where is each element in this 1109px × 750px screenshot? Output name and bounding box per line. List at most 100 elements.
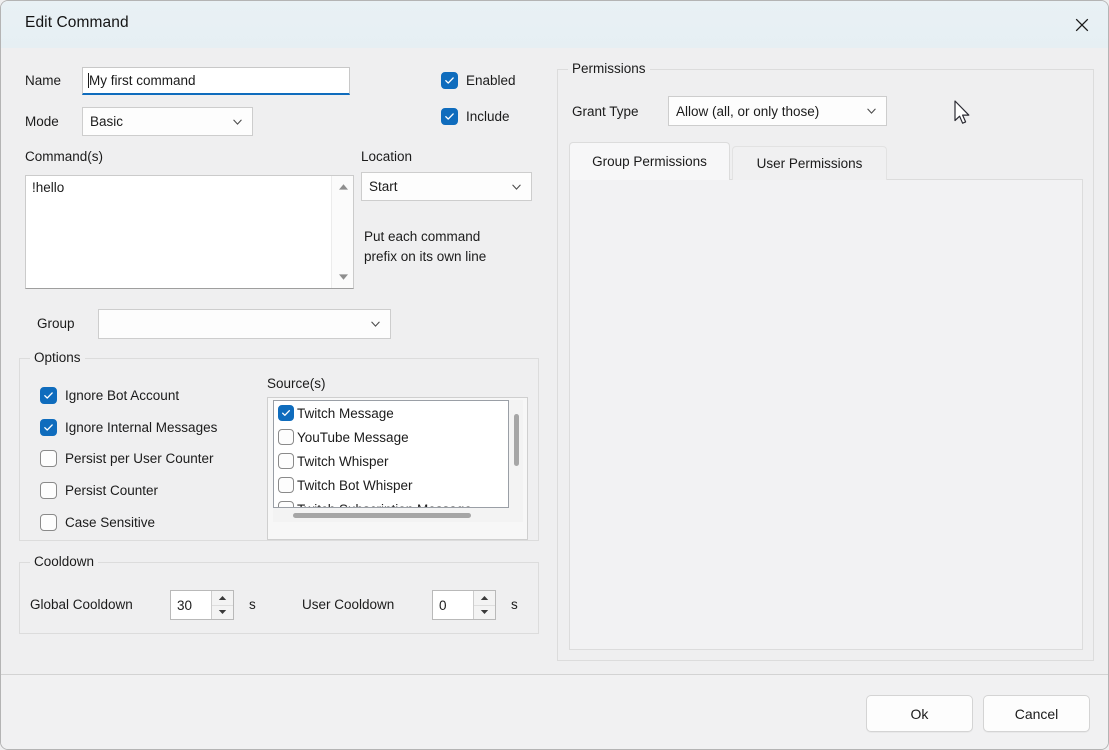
commands-textarea[interactable]: !hello	[25, 175, 354, 289]
scroll-down-button[interactable]	[332, 266, 354, 288]
location-select-value: Start	[369, 179, 398, 194]
checkbox-box	[40, 419, 57, 436]
location-hint-line1: Put each command	[364, 229, 481, 244]
checkbox-box	[278, 405, 294, 421]
location-select[interactable]: Start	[361, 172, 532, 201]
checkbox-box	[40, 387, 57, 404]
tab-label: Group Permissions	[592, 154, 707, 169]
stepper-buttons[interactable]	[211, 591, 233, 619]
chevron-down-icon	[867, 108, 876, 114]
checkbox-box	[40, 450, 57, 467]
chevron-down-icon	[512, 184, 521, 190]
option-persist-counter[interactable]: Persist Counter	[40, 482, 158, 499]
permissions-tab-panel	[569, 179, 1083, 650]
scroll-up-button[interactable]	[332, 176, 354, 198]
stepper-down-button[interactable]	[474, 606, 495, 620]
tab-label: User Permissions	[756, 156, 863, 171]
checkbox-box	[40, 482, 57, 499]
include-label: Include	[466, 109, 510, 124]
option-label: Persist Counter	[65, 483, 159, 498]
options-title: Options	[30, 350, 85, 365]
checkbox-box	[278, 429, 294, 445]
window-title: Edit Command	[25, 14, 129, 31]
source-label: Twitch Bot Whisper	[297, 477, 413, 493]
source-label: Twitch Whisper	[297, 453, 389, 469]
triangle-up-icon	[480, 595, 489, 600]
checkbox-box	[441, 108, 458, 125]
source-item-twitch-whisper[interactable]: Twitch Whisper	[274, 449, 508, 473]
tab-user-permissions[interactable]: User Permissions	[732, 146, 887, 180]
commands-textarea-value: !hello	[32, 180, 65, 195]
source-label: YouTube Message	[297, 429, 409, 445]
checkbox-box	[278, 477, 294, 493]
mode-label: Mode	[25, 114, 59, 129]
ok-button-label: Ok	[910, 705, 929, 722]
commands-label: Command(s)	[25, 149, 104, 164]
sources-vertical-scrollbar[interactable]	[509, 400, 523, 508]
location-hint-line2: prefix on its own line	[364, 249, 487, 264]
cancel-button-label: Cancel	[1014, 705, 1059, 722]
sources-checklist[interactable]: Twitch Message YouTube Message Twitch Wh…	[273, 400, 509, 508]
option-case-sensitive[interactable]: Case Sensitive	[40, 514, 155, 531]
triangle-down-icon	[480, 610, 489, 615]
check-icon	[44, 392, 53, 399]
grant-type-select[interactable]: Allow (all, or only those)	[668, 96, 887, 126]
source-item-youtube-message[interactable]: YouTube Message	[274, 425, 508, 449]
sources-horizontal-scrollbar[interactable]	[273, 508, 523, 522]
stepper-up-button[interactable]	[212, 591, 233, 606]
enabled-checkbox[interactable]: Enabled	[441, 72, 516, 89]
include-checkbox[interactable]: Include	[441, 108, 510, 125]
option-label: Case Sensitive	[65, 515, 156, 530]
group-label: Group	[37, 316, 75, 331]
triangle-up-icon	[218, 595, 227, 600]
checkbox-box	[278, 501, 294, 507]
sources-label: Source(s)	[267, 376, 326, 391]
mode-select[interactable]: Basic	[82, 107, 253, 136]
grant-type-select-value: Allow (all, or only those)	[676, 103, 820, 119]
global-cooldown-stepper[interactable]: 30	[170, 590, 234, 620]
permissions-title: Permissions	[568, 61, 650, 76]
source-item-twitch-message[interactable]: Twitch Message	[274, 401, 508, 425]
scrollbar-thumb[interactable]	[514, 414, 519, 466]
enabled-label: Enabled	[466, 73, 516, 88]
global-cooldown-label: Global Cooldown	[30, 597, 133, 612]
check-icon	[44, 424, 53, 431]
user-cooldown-value: 0	[439, 597, 447, 613]
check-icon	[445, 77, 454, 84]
ok-button[interactable]: Ok	[866, 695, 973, 732]
global-cooldown-value: 30	[177, 597, 193, 613]
check-icon	[445, 113, 454, 120]
option-label: Ignore Bot Account	[65, 388, 180, 403]
stepper-down-button[interactable]	[212, 606, 233, 620]
commands-scrollbar[interactable]	[331, 176, 353, 288]
option-ignore-internal-messages[interactable]: Ignore Internal Messages	[40, 419, 217, 436]
close-button[interactable]	[1056, 1, 1108, 48]
check-icon	[282, 410, 290, 416]
option-label: Ignore Internal Messages	[65, 420, 218, 435]
name-label: Name	[25, 73, 62, 88]
global-cooldown-unit: s	[249, 597, 256, 612]
chevron-down-icon	[233, 119, 242, 125]
source-item-twitch-bot-whisper[interactable]: Twitch Bot Whisper	[274, 473, 508, 497]
chevron-down-icon	[371, 321, 380, 327]
user-cooldown-stepper[interactable]: 0	[432, 590, 496, 620]
title-bar: Edit Command	[1, 1, 1108, 48]
cancel-button[interactable]: Cancel	[983, 695, 1090, 732]
user-cooldown-unit: s	[511, 597, 518, 612]
grant-type-label: Grant Type	[572, 104, 639, 119]
triangle-down-icon	[338, 274, 348, 280]
option-label: Persist per User Counter	[65, 451, 214, 466]
source-label: Twitch Message	[297, 405, 394, 421]
checkbox-box	[441, 72, 458, 89]
name-input[interactable]: My first command	[82, 67, 350, 95]
stepper-buttons[interactable]	[473, 591, 495, 619]
location-label: Location	[361, 149, 413, 164]
group-select[interactable]	[98, 309, 391, 339]
triangle-down-icon	[218, 610, 227, 615]
option-ignore-bot-account[interactable]: Ignore Bot Account	[40, 387, 179, 404]
source-item-twitch-subscription-message[interactable]: Twitch Subscription Message	[274, 497, 508, 507]
tab-group-permissions[interactable]: Group Permissions	[569, 142, 730, 180]
stepper-up-button[interactable]	[474, 591, 495, 606]
option-persist-per-user-counter[interactable]: Persist per User Counter	[40, 450, 214, 467]
scrollbar-thumb[interactable]	[293, 513, 471, 518]
